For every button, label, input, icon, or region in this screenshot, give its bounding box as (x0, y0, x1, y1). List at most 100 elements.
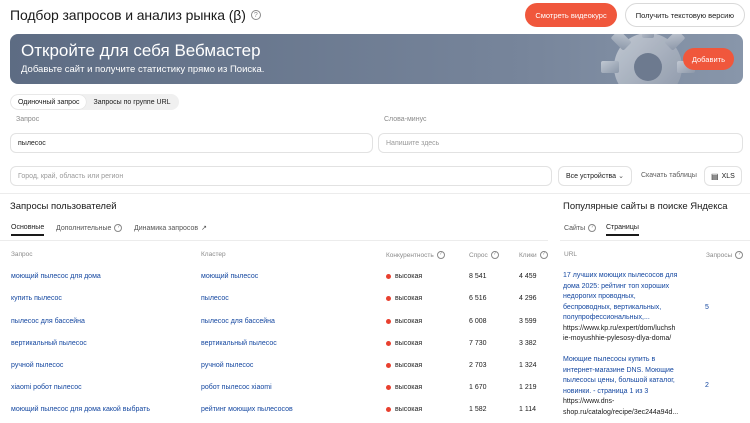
row-clicks: 1 324 (519, 362, 537, 369)
competition-value: высокая (395, 384, 423, 391)
title-line: Моющие пылесосы купить в (563, 356, 656, 363)
row-demand: 1 582 (469, 406, 487, 413)
query-label: Запрос (16, 116, 40, 123)
tab-pages[interactable]: Страницы (606, 224, 639, 236)
row-cluster-link[interactable]: вертикальный пылесос (201, 340, 277, 347)
title-line: беспроводных, вертикальных, (563, 303, 662, 311)
watch-video-course-button[interactable]: Смотреть видеокурс (525, 3, 617, 27)
banner-title: Откройте для себя Вебмастер (21, 41, 261, 60)
chevron-down-icon: ⌄ (618, 173, 624, 180)
help-icon[interactable]: ? (539, 251, 548, 259)
site-queries-count[interactable]: 5 (705, 304, 709, 311)
row-clicks: 4 459 (519, 273, 537, 280)
column-queries: Запросы? (706, 251, 744, 259)
xls-label: XLS (721, 172, 735, 180)
high-competition-dot-icon (386, 340, 391, 346)
page-title: Подбор запросов и анализ рынка (β) (10, 7, 246, 23)
row-query-link[interactable]: вертикальный пылесос (11, 340, 87, 347)
row-query-link[interactable]: xiaomi робот пылесос (11, 384, 82, 391)
row-competition: высокая (386, 318, 422, 325)
row-cluster-link[interactable]: рейтинг моющих пылесосов (201, 406, 293, 413)
url-line: https://www.dns- (563, 398, 615, 405)
row-cluster-link[interactable]: робот пылесос xiaomi (201, 384, 272, 391)
tab-single-query[interactable]: Одиночный запрос (11, 95, 87, 109)
column-clicks-label: Клики (519, 251, 537, 259)
popular-sites-title: Популярные сайты в поиске Яндекса (563, 201, 728, 212)
column-cluster[interactable]: Кластер (201, 251, 226, 258)
site-url: https://www.dns- shop.ru/catalog/recipe/… (563, 397, 698, 418)
row-clicks: 3 599 (519, 318, 537, 325)
row-demand: 6 516 (469, 295, 487, 302)
row-query-link[interactable]: ручной пылесос (11, 362, 63, 369)
column-demand[interactable]: Спрос? (469, 251, 499, 259)
high-competition-dot-icon (386, 362, 391, 368)
xls-download-button[interactable]: ▤ XLS (704, 166, 742, 186)
row-competition: высокая (386, 362, 422, 369)
query-input[interactable]: пылесос (10, 133, 373, 153)
high-competition-dot-icon (386, 318, 391, 324)
row-cluster-link[interactable]: ручной пылесос (201, 362, 253, 369)
region-input[interactable]: Город, край, область или регион (10, 166, 552, 186)
column-cluster-label: Кластер (201, 251, 226, 258)
competition-value: высокая (395, 295, 423, 302)
minus-words-label: Слова-минус (384, 116, 427, 123)
row-query-link[interactable]: моющий пылесос для дома (11, 273, 101, 280)
column-competition[interactable]: Конкурентность? (386, 251, 445, 259)
help-icon[interactable]: ? (436, 251, 445, 259)
column-competition-label: Конкурентность (386, 251, 434, 259)
help-icon[interactable]: ? (735, 251, 744, 259)
row-cluster-link[interactable]: пылесос (201, 295, 229, 302)
title-line: новинки. - страница 1 из 3 (563, 387, 649, 395)
tab-url-group-queries[interactable]: Запросы по группе URL (86, 95, 177, 109)
site-page-title-link[interactable]: 17 лучших моющих пылесосов для дома 2025… (563, 271, 698, 324)
devices-select[interactable]: Все устройства ⌄ (558, 166, 632, 186)
row-competition: высокая (386, 406, 422, 413)
help-icon[interactable]: ? (114, 224, 123, 232)
competition-value: высокая (395, 362, 423, 369)
column-clicks[interactable]: Клики? (519, 251, 548, 259)
help-icon[interactable]: ? (490, 251, 499, 259)
high-competition-dot-icon (386, 406, 391, 412)
row-demand: 8 541 (469, 273, 487, 280)
tab-main-label: Основные (11, 224, 45, 231)
row-query-link[interactable]: купить пылесос (11, 295, 62, 302)
tab-pages-label: Страницы (606, 224, 639, 231)
row-query-link[interactable]: пылесос для бассейна (11, 318, 85, 325)
row-cluster-link[interactable]: пылесос для бассейна (201, 318, 275, 325)
download-tables-link[interactable]: Скачать таблицы (641, 172, 697, 179)
url-line: https://www.kp.ru/expert/dom/luchsh (563, 324, 676, 332)
tab-sites[interactable]: Сайты ? (564, 224, 597, 232)
get-text-version-button[interactable]: Получить текстовую версию (624, 3, 745, 27)
user-queries-title: Запросы пользователей (10, 201, 117, 212)
site-row: 17 лучших моющих пылесосов для дома 2025… (563, 271, 698, 345)
title-line: полупрофессиональных,... (563, 314, 650, 321)
tab-main[interactable]: Основные (11, 224, 45, 236)
minus-words-input[interactable]: Напишите здесь (378, 133, 743, 153)
page-header: Подбор запросов и анализ рынка (β) ? Смо… (10, 3, 745, 27)
add-site-button[interactable]: Добавить (682, 48, 734, 70)
divider (0, 193, 750, 194)
row-demand: 1 670 (469, 384, 487, 391)
devices-select-value: Все устройства (566, 172, 617, 180)
column-demand-label: Спрос (469, 251, 488, 259)
site-row: Моющие пылесосы купить в интернет-магази… (563, 355, 698, 418)
tab-query-dynamics[interactable]: Динамика запросов ↗ (134, 224, 207, 233)
divider (560, 240, 750, 241)
column-query[interactable]: Запрос (11, 251, 33, 258)
competition-value: высокая (395, 273, 423, 280)
site-queries-count[interactable]: 2 (705, 382, 709, 389)
row-cluster-link[interactable]: моющий пылесос (201, 273, 258, 280)
tab-query-dynamics-label: Динамика запросов (134, 224, 199, 232)
column-queries-label: Запросы (706, 251, 733, 259)
row-demand: 6 008 (469, 318, 487, 325)
title-line: пылесосы цены, большой каталог, (563, 377, 675, 384)
webmaster-promo-banner: Откройте для себя Вебмастер Добавьте сай… (10, 34, 743, 84)
help-icon[interactable]: ? (250, 10, 261, 20)
tab-additional[interactable]: Дополнительные ? (56, 224, 123, 232)
help-icon[interactable]: ? (588, 224, 597, 232)
high-competition-dot-icon (386, 273, 391, 279)
row-query-link[interactable]: моющий пылесос для дома какой выбрать (11, 406, 150, 413)
title-line: интернет-магазине DNS. Моющие (563, 366, 674, 374)
site-page-title-link[interactable]: Моющие пылесосы купить в интернет-магази… (563, 355, 698, 397)
tab-sites-label: Сайты (564, 224, 586, 232)
